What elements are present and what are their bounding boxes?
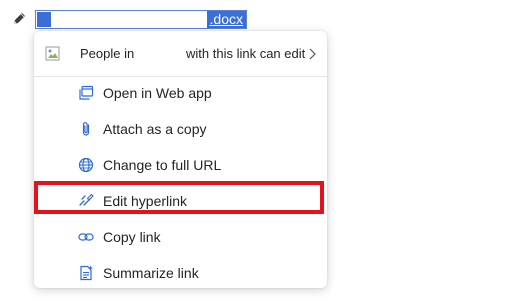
change-to-full-url-label: Change to full URL <box>103 157 222 173</box>
hyperlink-extension-text: .docx <box>206 11 246 28</box>
broken-image-icon <box>45 46 60 61</box>
copy-link-item[interactable]: Copy link <box>34 220 327 254</box>
copy-link-label: Copy link <box>103 229 161 245</box>
sharing-permission-text: with this link can edit <box>186 46 306 61</box>
open-in-web-app-item[interactable]: Open in Web app <box>34 76 327 110</box>
chevron-right-icon <box>309 48 316 60</box>
hyperlink-context-menu: People in with this link can edit Open i… <box>34 31 327 288</box>
paperclip-icon <box>82 122 90 136</box>
attach-as-copy-label: Attach as a copy <box>103 121 207 137</box>
pen-cursor-icon <box>14 13 25 24</box>
selected-hyperlink[interactable]: .docx <box>35 10 247 29</box>
open-in-web-app-label: Open in Web app <box>103 85 212 101</box>
attach-as-copy-item[interactable]: Attach as a copy <box>34 112 327 146</box>
open-window-icon <box>79 85 94 100</box>
change-to-full-url-item[interactable]: Change to full URL <box>34 148 327 182</box>
summarize-link-label: Summarize link <box>103 265 199 281</box>
selection-start <box>37 12 51 27</box>
edit-hyperlink-highlight-box <box>34 181 324 214</box>
globe-icon <box>78 157 94 173</box>
summarize-link-item[interactable]: Summarize link <box>34 256 327 290</box>
sharing-scope-prefix: People in <box>80 46 135 61</box>
link-sharing-settings[interactable]: People in with this link can edit <box>34 37 327 71</box>
summarize-icon <box>80 265 93 281</box>
link-icon <box>78 233 94 241</box>
